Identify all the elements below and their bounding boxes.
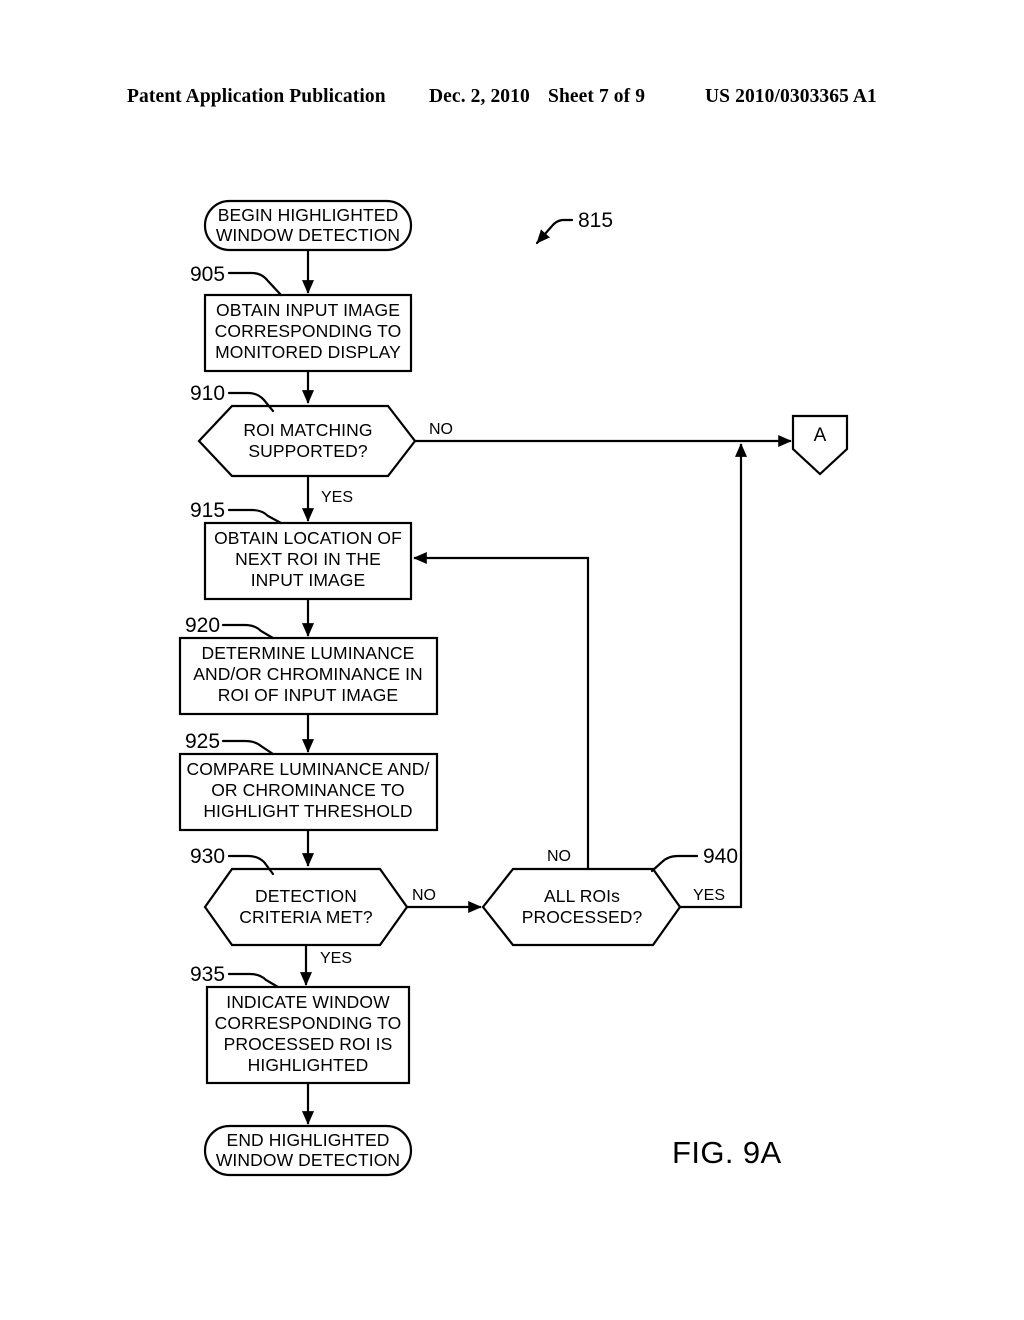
node-905-line1: OBTAIN INPUT IMAGE: [216, 300, 400, 320]
node-910-line2: SUPPORTED?: [248, 441, 367, 461]
node-915-obtain-location-next-roi: OBTAIN LOCATION OF NEXT ROI IN THE INPUT…: [203, 521, 413, 601]
node-940-line1: ALL ROIs: [544, 886, 620, 906]
edge-940-yes-to-connector-a: [680, 443, 748, 909]
node-935-indicate-window-highlighted: INDICATE WINDOW CORRESPONDING TO PROCESS…: [205, 985, 411, 1085]
node-915-line2: NEXT ROI IN THE: [235, 549, 381, 569]
node-910-line1: ROI MATCHING: [243, 420, 372, 440]
node-start-terminator: BEGIN HIGHLIGHTED WINDOW DETECTION: [203, 199, 413, 252]
ref-leader-915: 915: [190, 499, 283, 525]
edge-label-910-no: NO: [429, 421, 453, 438]
node-end-line1: END HIGHLIGHTED: [227, 1130, 390, 1150]
ref-leader-905: 905: [190, 263, 283, 297]
ref-935-label: 935: [190, 963, 225, 986]
edge-label-910-yes: YES: [321, 489, 353, 506]
node-925-compare-luminance: COMPARE LUMINANCE AND/ OR CHROMINANCE TO…: [178, 752, 439, 832]
node-end-terminator: END HIGHLIGHTED WINDOW DETECTION: [203, 1124, 413, 1177]
figure-label: FIG. 9A: [672, 1135, 782, 1170]
node-915-line3: INPUT IMAGE: [251, 570, 366, 590]
node-920-line2: AND/OR CHROMINANCE IN: [193, 664, 423, 684]
ref-leader-940: 940: [650, 845, 738, 873]
node-925-line3: HIGHLIGHT THRESHOLD: [203, 801, 412, 821]
node-920-determine-luminance: DETERMINE LUMINANCE AND/OR CHROMINANCE I…: [178, 636, 439, 716]
node-start-line2: WINDOW DETECTION: [216, 225, 400, 245]
ref-930-label: 930: [190, 845, 225, 868]
ref-leader-935: 935: [190, 963, 280, 989]
ref-leader-920: 920: [185, 614, 275, 640]
ref-940-label: 940: [703, 845, 738, 868]
node-905-obtain-input-image: OBTAIN INPUT IMAGE CORRESPONDING TO MONI…: [203, 293, 413, 373]
edge-label-930-yes: YES: [320, 950, 352, 967]
ref-leader-925: 925: [185, 730, 275, 756]
node-930-line2: CRITERIA MET?: [239, 907, 373, 927]
node-925-line2: OR CHROMINANCE TO: [211, 780, 405, 800]
offpage-connector-a: A: [791, 414, 849, 476]
node-start-line1: BEGIN HIGHLIGHTED: [218, 205, 399, 225]
node-935-line3: PROCESSED ROI IS: [224, 1034, 393, 1054]
edge-940-no-to-915: [413, 551, 590, 869]
ref-915-label: 915: [190, 499, 225, 522]
node-920-line1: DETERMINE LUMINANCE: [202, 643, 415, 663]
ref-925-label: 925: [185, 730, 220, 753]
patent-figure-page: Patent Application Publication Dec. 2, 2…: [0, 0, 1024, 1320]
edge-label-930-no: NO: [412, 887, 436, 904]
offpage-connector-a-label: A: [814, 425, 827, 446]
node-end-line2: WINDOW DETECTION: [216, 1150, 400, 1170]
edge-label-940-yes: YES: [693, 887, 725, 904]
node-905-line2: CORRESPONDING TO: [215, 321, 402, 341]
node-920-line3: ROI OF INPUT IMAGE: [218, 685, 398, 705]
flowchart-9a: BEGIN HIGHLIGHTED WINDOW DETECTION 815 O…: [178, 199, 849, 1177]
node-905-line3: MONITORED DISPLAY: [215, 342, 401, 362]
node-930-line1: DETECTION: [255, 886, 357, 906]
node-910-roi-matching-supported: ROI MATCHING SUPPORTED?: [197, 404, 417, 478]
node-930-detection-criteria-met: DETECTION CRITERIA MET?: [203, 867, 409, 947]
ref-920-label: 920: [185, 614, 220, 637]
node-925-line1: COMPARE LUMINANCE AND/: [186, 759, 429, 779]
node-935-line2: CORRESPONDING TO: [215, 1013, 402, 1033]
node-935-line1: INDICATE WINDOW: [226, 992, 390, 1012]
node-915-line1: OBTAIN LOCATION OF: [214, 528, 402, 548]
figure-ref-callout-815: 815: [535, 209, 613, 245]
ref-910-label: 910: [190, 382, 225, 405]
ref-905-label: 905: [190, 263, 225, 286]
figure-ref-815-label: 815: [578, 209, 613, 232]
node-940-all-rois-processed: ALL ROIs PROCESSED?: [481, 867, 682, 947]
node-935-line4: HIGHLIGHTED: [248, 1055, 369, 1075]
edge-label-940-no: NO: [547, 848, 571, 865]
node-940-line2: PROCESSED?: [522, 907, 643, 927]
